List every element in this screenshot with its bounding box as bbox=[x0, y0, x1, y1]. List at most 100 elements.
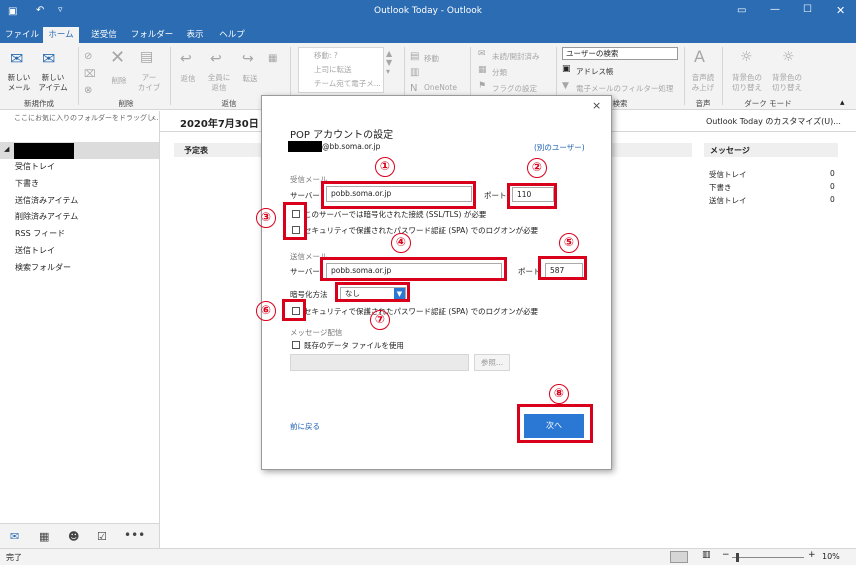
forward-button[interactable]: 転送 bbox=[236, 73, 264, 84]
junk-icon: ⊗ bbox=[84, 85, 93, 96]
annotation-number-3: ③ bbox=[256, 208, 276, 228]
new-mail-button[interactable]: 新しい メール bbox=[3, 73, 35, 93]
spa-incoming-label: セキュリティで保護されたパスワード認証 (SPA) でのログオンが必要 bbox=[304, 226, 539, 235]
email-domain: @bb.soma.or.jp bbox=[322, 142, 381, 151]
folder-sent-items[interactable]: 送信済みアイテム bbox=[15, 195, 78, 206]
tab-home[interactable]: ホーム bbox=[43, 27, 79, 43]
messages-inbox[interactable]: 受信トレイ bbox=[709, 169, 747, 180]
tab-help[interactable]: ヘルプ bbox=[214, 27, 250, 43]
new-items-button[interactable]: 新しい アイテム bbox=[34, 73, 72, 93]
search-people-input[interactable]: ユーザーの検索 bbox=[562, 47, 678, 60]
account-name-redacted bbox=[14, 143, 74, 159]
annotation-number-4: ④ bbox=[391, 233, 411, 253]
group-label-dark-mode: ダーク モード bbox=[744, 99, 792, 108]
filter-email-button[interactable]: 電子メールのフィルター処理 bbox=[576, 83, 673, 94]
browse-button[interactable]: 参照... bbox=[474, 354, 510, 371]
read-aloud-icon: A bbox=[694, 47, 705, 66]
group-label-delete: 削除 bbox=[118, 99, 134, 108]
delete-icon: ✕ bbox=[110, 47, 126, 68]
background-toggle-button-2[interactable]: 背景色の 切り替え bbox=[768, 73, 806, 93]
reading-view-icon[interactable]: ▥ bbox=[702, 550, 711, 560]
other-user-link[interactable]: (別のユーザー) bbox=[534, 142, 585, 153]
folder-outbox[interactable]: 送信トレイ bbox=[15, 245, 55, 256]
messages-outbox-count: 0 bbox=[830, 195, 835, 204]
reply-all-button[interactable]: 全員に 返信 bbox=[204, 73, 234, 93]
group-label-new: 新規作成 bbox=[24, 99, 54, 108]
tab-send-receive[interactable]: 送受信 bbox=[84, 27, 124, 43]
new-items-icon: ✉ bbox=[42, 49, 56, 68]
zoom-level: 10% bbox=[822, 552, 840, 561]
tasks-icon[interactable]: ☑ bbox=[97, 530, 107, 543]
reply-button[interactable]: 返信 bbox=[174, 73, 202, 84]
messages-drafts[interactable]: 下書き bbox=[709, 182, 732, 193]
quick-step-manager[interactable]: 上司に転送 bbox=[314, 64, 352, 75]
data-file-path-input[interactable] bbox=[290, 354, 469, 371]
mail-icon[interactable]: ✉ bbox=[10, 530, 19, 543]
annotation-box-outgoing-server bbox=[320, 257, 507, 281]
unread-read-button[interactable]: 未読/開封済み bbox=[492, 51, 540, 62]
messages-section-header: メッセージ bbox=[710, 146, 750, 155]
dialog-title: POP アカウントの設定 bbox=[290, 130, 394, 141]
cleanup-icon: ⌧ bbox=[84, 69, 96, 80]
delete-button[interactable]: 削除 bbox=[106, 75, 132, 86]
forward-icon: ↪ bbox=[242, 51, 254, 67]
reply-all-icon: ↩ bbox=[210, 51, 222, 67]
follow-up-button[interactable]: フラグの設定 bbox=[492, 83, 537, 94]
annotation-box-spa-outgoing bbox=[282, 299, 306, 321]
ribbon-tabs: ファイル ホーム 送受信 フォルダー 表示 ヘルプ bbox=[0, 25, 856, 43]
messages-outbox[interactable]: 送信トレイ bbox=[709, 195, 747, 206]
people-icon[interactable]: ☻ bbox=[68, 530, 79, 543]
reply-icon: ↩ bbox=[180, 51, 192, 67]
background-toggle-button[interactable]: 背景色の 切り替え bbox=[728, 73, 766, 93]
minimize-icon[interactable]: — bbox=[770, 4, 780, 15]
expand-account-icon[interactable]: ◢ bbox=[4, 145, 9, 153]
more-icon[interactable]: ••• bbox=[124, 528, 145, 542]
zoom-slider-thumb[interactable] bbox=[736, 553, 739, 562]
rules-icon: ▥ bbox=[410, 67, 420, 78]
archive-button[interactable]: アー カイブ bbox=[134, 73, 164, 93]
quick-steps-scroll-icon[interactable]: ▲ ▼ ▾ bbox=[386, 49, 392, 76]
zoom-out-icon[interactable]: − bbox=[722, 550, 730, 560]
zoom-slider[interactable] bbox=[732, 557, 804, 558]
onenote-button[interactable]: OneNote bbox=[424, 83, 457, 92]
tab-view[interactable]: 表示 bbox=[180, 27, 210, 43]
folder-inbox[interactable]: 受信トレイ bbox=[15, 161, 55, 172]
normal-view-button[interactable] bbox=[670, 551, 688, 563]
ignore-icon: ⊘ bbox=[84, 51, 93, 62]
ribbon-options-icon[interactable]: ▭ bbox=[737, 5, 746, 16]
address-book-button[interactable]: アドレス帳 bbox=[576, 66, 614, 77]
favorites-hint: ここにお気に入りのフォルダーをドラッグし... bbox=[14, 114, 158, 122]
tab-file[interactable]: ファイル bbox=[4, 27, 40, 43]
background-toggle-icon: ☼ bbox=[740, 49, 753, 65]
more-respond-icon: ▦ bbox=[268, 53, 278, 64]
address-book-icon: ▣ bbox=[562, 64, 571, 74]
annotation-number-7: ⑦ bbox=[370, 310, 390, 330]
move-button[interactable]: 移動 bbox=[424, 53, 439, 64]
tab-folder[interactable]: フォルダー bbox=[130, 27, 174, 43]
window-title: Outlook Today - Outlook bbox=[374, 6, 482, 16]
existing-data-checkbox[interactable] bbox=[292, 341, 300, 349]
flag-icon: ⚑ bbox=[478, 81, 487, 91]
calendar-icon[interactable]: ▦ bbox=[39, 530, 49, 543]
folder-deleted-items[interactable]: 削除済みアイテム bbox=[15, 211, 78, 222]
close-window-icon[interactable]: ✕ bbox=[836, 4, 845, 17]
folder-rss[interactable]: RSS フィード bbox=[15, 228, 65, 239]
quick-step-team[interactable]: チーム宛て電子メ... bbox=[314, 78, 381, 89]
navigation-bar: ✉ ▦ ☻ ☑ ••• bbox=[0, 523, 160, 548]
annotation-number-5: ⑤ bbox=[559, 233, 579, 253]
folder-search[interactable]: 検索フォルダー bbox=[15, 262, 71, 273]
maximize-icon[interactable]: ☐ bbox=[803, 4, 812, 15]
zoom-in-icon[interactable]: + bbox=[808, 550, 816, 560]
quick-step-move[interactable]: 移動: ? bbox=[314, 50, 338, 61]
collapse-ribbon-icon[interactable]: ▴ bbox=[840, 98, 845, 108]
dialog-close-icon[interactable]: × bbox=[592, 99, 601, 112]
categorize-button[interactable]: 分類 bbox=[492, 67, 507, 78]
collapse-pane-icon[interactable]: ‹ bbox=[152, 113, 155, 122]
messages-inbox-count: 0 bbox=[830, 169, 835, 178]
read-aloud-button[interactable]: 音声読 み上げ bbox=[688, 73, 718, 93]
customize-link[interactable]: Outlook Today のカスタマイズ(U)... bbox=[706, 116, 841, 127]
status-text: 完了 bbox=[6, 553, 22, 562]
back-link[interactable]: 前に戻る bbox=[290, 421, 320, 432]
message-delivery-label: メッセージ配信 bbox=[290, 328, 343, 337]
folder-drafts[interactable]: 下書き bbox=[15, 178, 39, 189]
